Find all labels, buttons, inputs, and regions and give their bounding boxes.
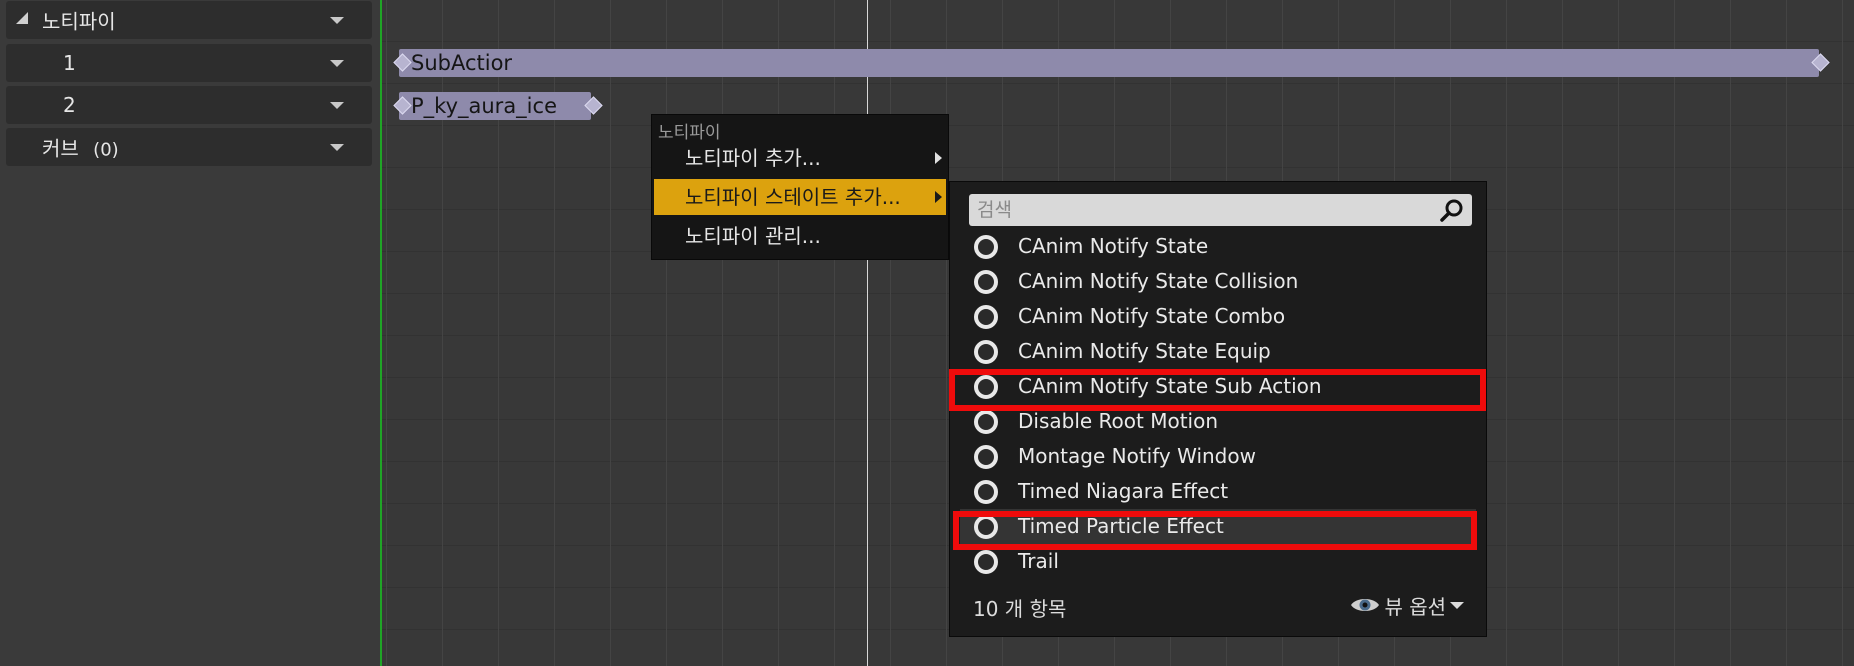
track-row-curves[interactable]: 커브 (0) <box>6 128 372 166</box>
list-item-label: Timed Particle Effect <box>1018 514 1224 538</box>
chevron-down-icon[interactable] <box>330 60 344 67</box>
list-item-label: CAnim Notify State Sub Action <box>1018 374 1322 398</box>
notify-state-bar-subaction[interactable]: SubActior <box>399 49 1819 77</box>
list-item-label: CAnim Notify State <box>1018 234 1209 258</box>
menu-item-label: 노티파이 추가... <box>685 146 821 170</box>
notify-state-bar-particle[interactable]: P_ky_aura_ice <box>399 92 591 120</box>
class-circle-icon <box>974 270 998 294</box>
class-circle-icon <box>974 340 998 364</box>
collapse-triangle-icon[interactable] <box>16 12 28 24</box>
playhead-line[interactable] <box>867 0 868 666</box>
timeline-start-line <box>380 0 382 666</box>
notify-label: P_ky_aura_ice <box>411 94 557 118</box>
list-item-timed-niagara-effect[interactable]: Timed Niagara Effect <box>960 474 1476 509</box>
class-circle-icon <box>974 480 998 504</box>
notify-label: SubActior <box>411 51 513 75</box>
list-item-canim-notify-state-sub-action[interactable]: CAnim Notify State Sub Action <box>960 369 1476 404</box>
class-circle-icon <box>974 515 998 539</box>
search-box[interactable] <box>969 194 1472 226</box>
track-label-1: 1 <box>63 51 76 75</box>
menu-item-manage-notifies[interactable]: 노티파이 관리... <box>654 218 946 254</box>
notify-state-class-picker: CAnim Notify State CAnim Notify State Co… <box>949 181 1487 637</box>
list-item-label: CAnim Notify State Combo <box>1018 304 1286 328</box>
list-item-canim-notify-state-combo[interactable]: CAnim Notify State Combo <box>960 299 1476 334</box>
item-count: 10 개 항목 <box>973 597 1067 621</box>
curves-count: (0) <box>93 139 119 161</box>
list-item-label: Disable Root Motion <box>1018 409 1219 433</box>
list-item-label: CAnim Notify State Equip <box>1018 339 1271 363</box>
list-item-label: Montage Notify Window <box>1018 444 1256 468</box>
track-label-notifies: 노티파이 <box>42 9 116 34</box>
class-circle-icon <box>974 410 998 434</box>
view-options-button[interactable]: 뷰 옵션 <box>1350 592 1464 619</box>
list-item-canim-notify-state-equip[interactable]: CAnim Notify State Equip <box>960 334 1476 369</box>
track-row-2[interactable]: 2 <box>6 86 372 124</box>
eye-icon <box>1351 599 1380 611</box>
list-item-canim-notify-state-collision[interactable]: CAnim Notify State Collision <box>960 264 1476 299</box>
class-circle-icon <box>974 550 998 574</box>
chevron-down-icon[interactable] <box>330 102 344 109</box>
menu-item-label: 노티파이 스테이트 추가... <box>685 185 901 209</box>
submenu-arrow-icon <box>935 152 942 164</box>
chevron-down-icon[interactable] <box>330 144 344 151</box>
search-icon[interactable] <box>1440 198 1464 222</box>
list-item-trail[interactable]: Trail <box>960 544 1476 579</box>
list-item-label: Trail <box>1018 549 1059 573</box>
class-circle-icon <box>974 235 998 259</box>
class-circle-icon <box>974 305 998 329</box>
chevron-down-icon[interactable] <box>330 17 344 24</box>
list-item-montage-notify-window[interactable]: Montage Notify Window <box>960 439 1476 474</box>
submenu-arrow-icon <box>935 191 942 203</box>
curves-label: 커브 <box>42 136 79 161</box>
list-item-label: Timed Niagara Effect <box>1018 479 1229 503</box>
search-input[interactable] <box>969 194 1429 226</box>
track-row-1[interactable]: 1 <box>6 44 372 82</box>
track-label-curves: 커브 (0) <box>42 133 119 162</box>
track-label-2: 2 <box>63 93 76 117</box>
menu-item-label: 노티파이 관리... <box>685 224 821 248</box>
class-circle-icon <box>974 445 998 469</box>
track-row-notifies[interactable]: 노티파이 <box>6 1 372 39</box>
menu-item-add-notify-state[interactable]: 노티파이 스테이트 추가... <box>654 179 946 215</box>
list-item-label: CAnim Notify State Collision <box>1018 269 1299 293</box>
chevron-down-icon <box>1450 601 1464 609</box>
class-circle-icon <box>974 375 998 399</box>
list-item-timed-particle-effect[interactable]: Timed Particle Effect <box>960 509 1476 544</box>
list-item-canim-notify-state[interactable]: CAnim Notify State <box>960 229 1476 264</box>
view-options-label: 뷰 옵션 <box>1384 594 1446 619</box>
menu-item-add-notify[interactable]: 노티파이 추가... <box>654 140 946 176</box>
list-item-disable-root-motion[interactable]: Disable Root Motion <box>960 404 1476 439</box>
track-panel: 노티파이 1 2 커브 (0) <box>0 0 382 666</box>
notify-context-menu: 노티파이 노티파이 추가... 노티파이 스테이트 추가... 노티파이 관리.… <box>651 114 949 260</box>
